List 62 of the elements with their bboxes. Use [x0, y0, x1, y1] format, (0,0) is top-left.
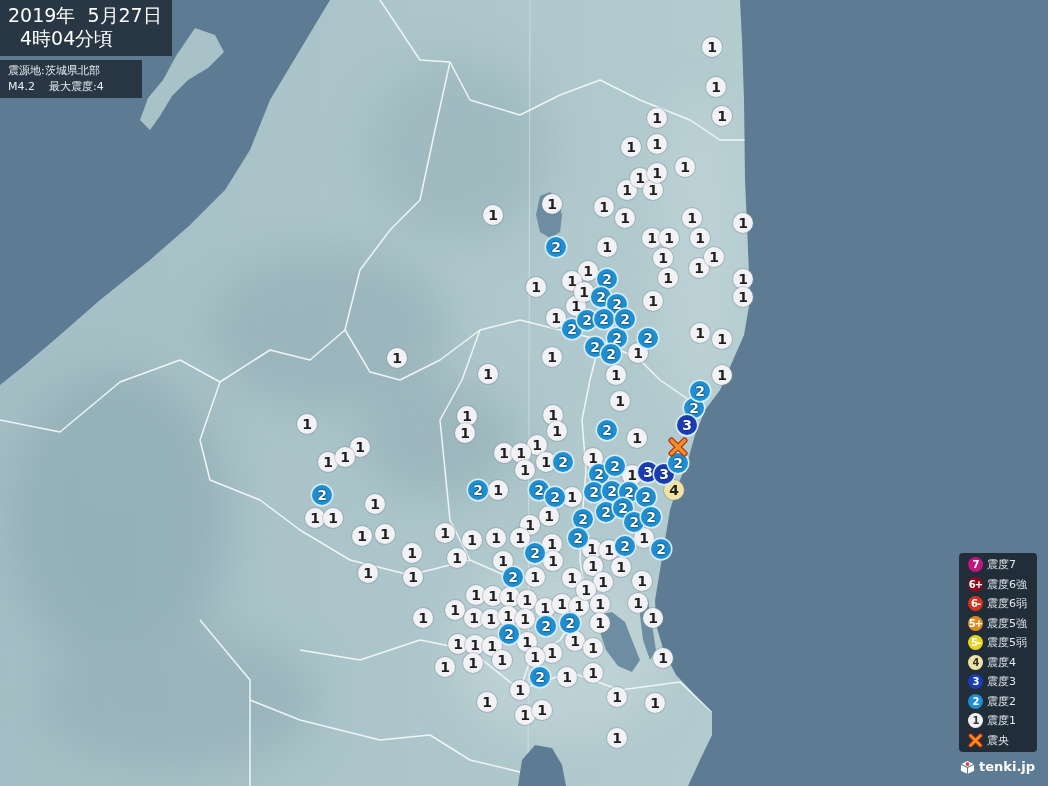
legend-label: 震度5弱: [987, 635, 1027, 650]
intensity-marker: 2: [615, 536, 635, 556]
intensity-marker: 2: [560, 613, 580, 633]
legend-label: 震度1: [987, 713, 1016, 728]
intensity-marker: 2: [690, 381, 710, 401]
intensity-marker: 2: [584, 482, 604, 502]
intensity-marker: 2: [468, 480, 488, 500]
intensity-marker: 2: [641, 507, 661, 527]
intensity-marker: 2: [525, 543, 545, 563]
intensity-marker: 2: [568, 528, 588, 548]
intensity-marker: 2: [597, 269, 617, 289]
intensity-marker: 2: [597, 420, 617, 440]
intensity-badge: 7: [968, 557, 983, 572]
intensity-badge: 6+: [968, 576, 983, 592]
intensity-badge: 6-: [968, 596, 983, 611]
legend-label: 震央: [987, 732, 1009, 748]
intensity-badge: 5-: [968, 635, 983, 650]
intensity-marker: 2: [607, 328, 627, 348]
intensity-badge: 1: [968, 713, 983, 728]
intensity-marker: 2: [536, 616, 556, 636]
legend-label: 震度6弱: [987, 596, 1027, 611]
intensity-marker: 2: [553, 452, 573, 472]
legend-label: 震度3: [987, 674, 1016, 689]
intensity-marker: 2: [589, 464, 609, 484]
intensity-marker: 2: [615, 309, 635, 329]
intensity-marker: 2: [545, 487, 565, 507]
legend-label: 震度4: [987, 654, 1016, 670]
intensity-marker: 2: [530, 667, 550, 687]
intensity-badge: 5+: [968, 615, 983, 631]
intensity-marker: 2: [312, 485, 332, 505]
intensity-marker: 2: [638, 328, 658, 348]
intensity-marker: 2: [591, 287, 611, 307]
max-intensity-text: 最大震度:4: [49, 79, 104, 95]
legend-label: 震度7: [987, 557, 1016, 572]
intensity-badge: 2: [968, 693, 983, 709]
intensity-marker: 2: [503, 567, 523, 587]
intensity-marker: 2: [636, 487, 656, 507]
intensity-marker: 2: [605, 456, 625, 476]
report-date: 2019年 5月27日: [8, 4, 163, 27]
intensity-marker: 2: [546, 237, 566, 257]
intensity-marker: 2: [585, 337, 605, 357]
intensity-badge: 3: [968, 674, 983, 689]
report-time: 4時04分頃: [19, 27, 115, 50]
legend-label: 震度6強: [987, 576, 1027, 592]
intensity-marker: 2: [651, 539, 671, 559]
magnitude-text: M4.2: [8, 79, 35, 95]
intensity-marker: 2: [499, 624, 519, 644]
brand-name: tenki.jp: [979, 759, 1036, 775]
intensity-marker: 2: [601, 344, 621, 364]
intensity-marker: 2: [529, 480, 549, 500]
legend-label: 震度2: [987, 693, 1016, 709]
intensity-badge: 4: [968, 654, 983, 670]
intensity-marker: 2: [613, 498, 633, 518]
cube-logo-icon: [960, 759, 975, 775]
intensity-marker: 2: [577, 310, 597, 330]
legend-label: 震度5強: [987, 615, 1027, 631]
intensity-marker: 2: [624, 512, 644, 532]
intensity-marker: 2: [573, 509, 593, 529]
intensity-marker: 3: [654, 464, 674, 484]
epicenter-text: 震源地:茨城県北部: [8, 63, 101, 79]
intensity-marker: 2: [594, 309, 614, 329]
intensity-marker: 3: [677, 415, 697, 435]
